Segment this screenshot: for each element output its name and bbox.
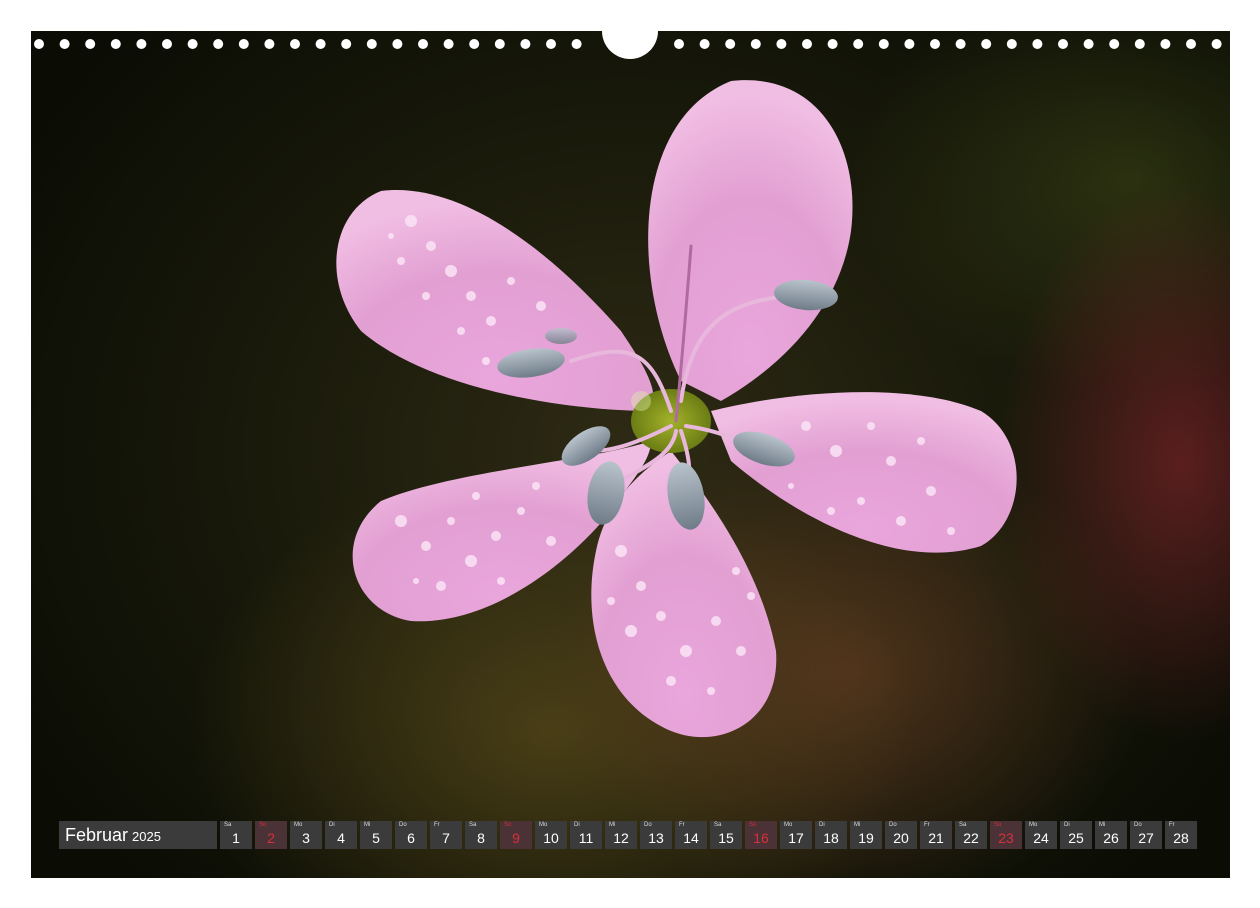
day-cell: Sa 15: [710, 821, 742, 849]
day-number: 4: [337, 830, 345, 846]
day-cell: Di 11: [570, 821, 602, 849]
weekday-label: So: [504, 822, 512, 828]
day-cell: Mi 5: [360, 821, 392, 849]
day-number: 3: [302, 830, 310, 846]
day-number: 19: [858, 830, 874, 846]
weekday-label: Di: [574, 822, 580, 828]
day-number: 5: [372, 830, 380, 846]
day-number: 23: [998, 830, 1014, 846]
weekday-label: Sa: [469, 822, 477, 828]
day-cell: Mo 3: [290, 821, 322, 849]
weekday-label: Do: [1134, 822, 1142, 828]
day-cell: Do 6: [395, 821, 427, 849]
weekday-label: Mi: [364, 822, 371, 828]
weekday-label: Mo: [784, 822, 793, 828]
weekday-label: So: [259, 822, 267, 828]
day-number: 1: [232, 830, 240, 846]
pink-flower-illustration: [336, 80, 1017, 738]
day-cell: Di 18: [815, 821, 847, 849]
day-cell: Mi 19: [850, 821, 882, 849]
day-cell: Fr 21: [920, 821, 952, 849]
day-cell: Fr 7: [430, 821, 462, 849]
day-number: 15: [718, 830, 734, 846]
weekday-label: Mi: [854, 822, 861, 828]
day-number: 2: [267, 830, 275, 846]
day-cells: Sa 1 So 2 Mo 3 Di 4 Mi 5 Do 6 Fr 7 Sa 8 So 9 Mo 10 Di 11 Mi 12 D…: [220, 821, 1197, 849]
day-cell: Fr 14: [675, 821, 707, 849]
day-number: 27: [1138, 830, 1154, 846]
day-cell: Fr 28: [1165, 821, 1197, 849]
calendar-strip: Februar 2025 Sa 1 So 2 Mo 3 Di 4 Mi 5 Do 6 Fr 7 Sa 8 So 9…: [59, 821, 1197, 849]
day-cell: Do 27: [1130, 821, 1162, 849]
day-cell: Di 4: [325, 821, 357, 849]
day-number: 21: [928, 830, 944, 846]
flower: [336, 80, 1017, 738]
day-cell: So 9: [500, 821, 532, 849]
day-number: 17: [788, 830, 804, 846]
day-cell: Mi 12: [605, 821, 637, 849]
day-number: 16: [753, 830, 769, 846]
calendar-page: Februar 2025 Sa 1 So 2 Mo 3 Di 4 Mi 5 Do 6 Fr 7 Sa 8 So 9…: [0, 0, 1260, 908]
day-cell: Do 20: [885, 821, 917, 849]
month-label: Februar 2025: [59, 821, 217, 849]
month-name: Februar: [65, 824, 129, 845]
day-number: 12: [613, 830, 629, 846]
day-cell: Sa 1: [220, 821, 252, 849]
day-cell: Do 13: [640, 821, 672, 849]
day-cell: So 2: [255, 821, 287, 849]
petal-top: [648, 80, 853, 401]
day-number: 8: [477, 830, 485, 846]
weekday-label: Fr: [434, 822, 440, 828]
day-number: 6: [407, 830, 415, 846]
weekday-label: Mo: [1029, 822, 1038, 828]
day-number: 13: [648, 830, 664, 846]
day-cell: Mo 17: [780, 821, 812, 849]
petal-upper-left: [336, 190, 654, 411]
day-cell: So 23: [990, 821, 1022, 849]
day-number: 25: [1068, 830, 1084, 846]
day-number: 14: [683, 830, 699, 846]
day-number: 11: [578, 830, 594, 846]
day-cell: Mo 24: [1025, 821, 1057, 849]
flower-photo: [31, 31, 1230, 878]
day-number: 24: [1033, 830, 1049, 846]
day-cell: Mi 26: [1095, 821, 1127, 849]
weekday-label: Mo: [294, 822, 303, 828]
month-year: 2025: [132, 829, 161, 844]
weekday-label: Fr: [679, 822, 685, 828]
day-number: 9: [512, 830, 520, 846]
day-cell: Sa 22: [955, 821, 987, 849]
day-number: 18: [823, 830, 839, 846]
weekday-label: Mo: [539, 822, 548, 828]
weekday-label: Sa: [714, 822, 722, 828]
weekday-label: Sa: [959, 822, 967, 828]
weekday-label: Sa: [224, 822, 232, 828]
day-number: 28: [1173, 830, 1189, 846]
day-number: 22: [963, 830, 979, 846]
day-cell: Mo 10: [535, 821, 567, 849]
weekday-label: Fr: [924, 822, 930, 828]
weekday-label: Do: [889, 822, 897, 828]
day-number: 10: [543, 830, 559, 846]
weekday-label: Mi: [1099, 822, 1106, 828]
weekday-label: So: [994, 822, 1002, 828]
day-number: 26: [1103, 830, 1119, 846]
weekday-label: So: [749, 822, 757, 828]
weekday-label: Di: [819, 822, 825, 828]
weekday-label: Mi: [609, 822, 616, 828]
day-number: 7: [442, 830, 450, 846]
day-cell: Sa 8: [465, 821, 497, 849]
weekday-label: Do: [644, 822, 652, 828]
weekday-label: Di: [1064, 822, 1070, 828]
day-cell: So 16: [745, 821, 777, 849]
weekday-label: Di: [329, 822, 335, 828]
weekday-label: Do: [399, 822, 407, 828]
petal-right: [711, 392, 1017, 553]
weekday-label: Fr: [1169, 822, 1175, 828]
day-cell: Di 25: [1060, 821, 1092, 849]
day-number: 20: [893, 830, 909, 846]
